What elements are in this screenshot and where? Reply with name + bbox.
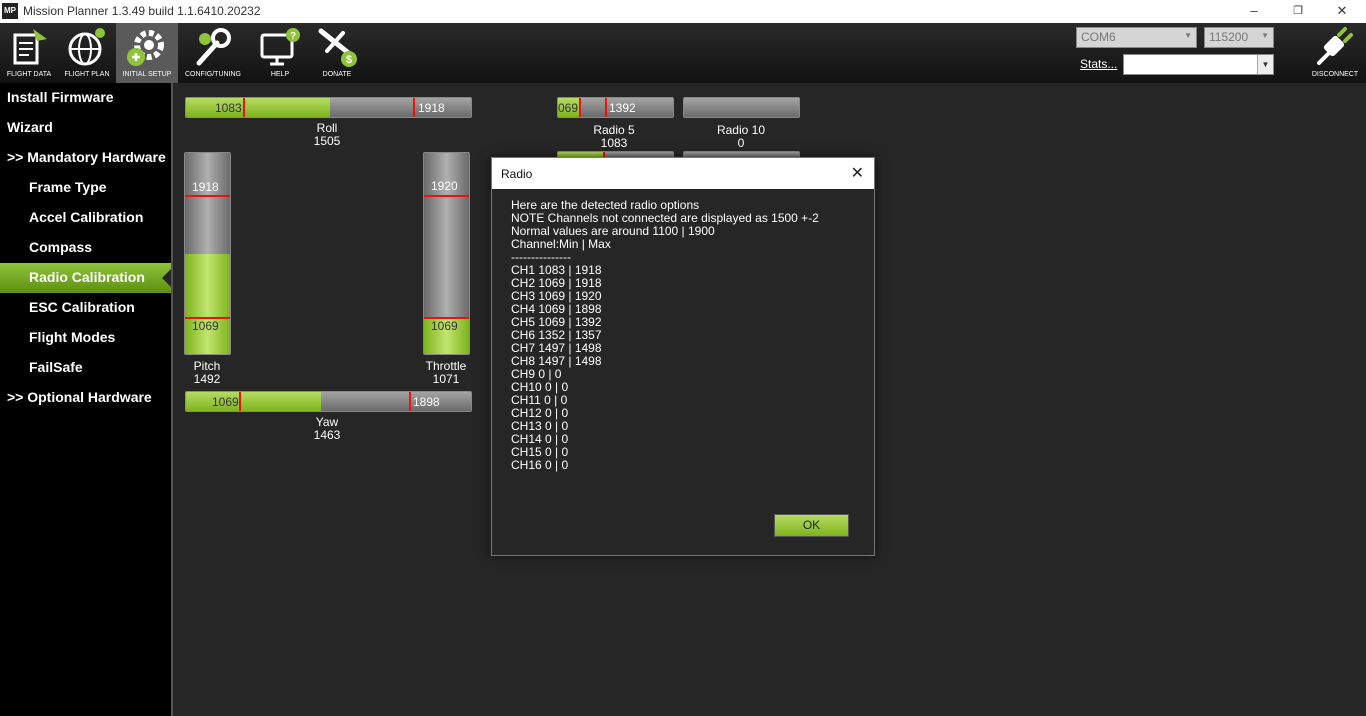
roll-min-value: 1083: [215, 101, 242, 115]
throttle-bar: 1920 1069: [423, 152, 470, 355]
sidebar-item-esc-calibration[interactable]: ESC Calibration: [0, 293, 171, 323]
yaw-max-value: 1898: [413, 395, 440, 409]
flight-plan-button[interactable]: FLIGHT PLAN: [58, 23, 116, 83]
chevron-down-icon: ▼: [1261, 31, 1269, 40]
donate-button[interactable]: $ DONATE: [308, 23, 366, 83]
wrench-icon: [196, 28, 231, 66]
pitch-max-marker: [185, 195, 230, 197]
pitch-bar-fill: [185, 254, 230, 354]
roll-bar-fill: [186, 98, 330, 117]
help-button[interactable]: ? HELP: [251, 23, 309, 83]
baud-rate-select[interactable]: 115200 ▼: [1204, 27, 1274, 48]
throttle-caption: Throttle 1071: [416, 360, 476, 386]
flight-data-button[interactable]: FLIGHT DATA: [0, 23, 58, 83]
initial-setup-button[interactable]: INITIAL SETUP: [116, 23, 178, 83]
gear-icon: [127, 30, 164, 66]
close-icon[interactable]: ✕: [851, 163, 864, 183]
sidebar-item-install-firmware[interactable]: Install Firmware: [0, 83, 171, 113]
yaw-bar: 1069 1898: [185, 391, 472, 412]
radio5-caption: Radio 5 1083: [584, 124, 644, 150]
roll-max-marker: [413, 98, 415, 117]
throttle-max-value: 1920: [431, 179, 458, 193]
throttle-max-marker: [424, 195, 469, 197]
radio5-bar: 069 1392: [557, 97, 674, 118]
roll-max-value: 1918: [418, 101, 445, 115]
pitch-min-value: 1069: [192, 319, 219, 333]
globe-icon: [68, 28, 105, 66]
close-window-icon[interactable]: ✕: [1320, 1, 1364, 21]
svg-text:?: ?: [290, 31, 296, 42]
throttle-min-value: 1069: [431, 319, 458, 333]
sidebar-item-frame-type[interactable]: Frame Type: [0, 173, 171, 203]
radio5-max-value: 1392: [609, 101, 636, 115]
ok-button[interactable]: OK: [774, 514, 849, 537]
svg-text:$: $: [346, 54, 352, 66]
radio5-value: 1083: [600, 136, 628, 150]
radio10-bar: [683, 97, 800, 118]
radio5-min-marker: [579, 98, 581, 117]
window-title: Mission Planner 1.3.49 build 1.1.6410.20…: [23, 4, 261, 18]
dialog-title-bar: Radio ✕: [492, 158, 874, 189]
roll-caption: Roll 1505: [297, 122, 357, 148]
sidebar-item-optional-hardware[interactable]: >> Optional Hardware: [0, 383, 171, 413]
title-bar: MP Mission Planner 1.3.49 build 1.1.6410…: [0, 0, 1366, 23]
sidebar-item-failsafe[interactable]: FailSafe: [0, 353, 171, 383]
plane-donate-icon: $: [318, 28, 357, 67]
sidebar-item-radio-calibration[interactable]: Radio Calibration: [0, 263, 171, 293]
sidebar-item-mandatory-hardware[interactable]: >> Mandatory Hardware: [0, 143, 171, 173]
yaw-min-value: 1069: [212, 395, 239, 409]
yaw-bar-fill: [186, 392, 321, 411]
app-logo-icon: MP: [2, 3, 18, 19]
disconnect-button[interactable]: DISCONNECT: [1304, 23, 1366, 83]
radio5-max-marker: [605, 98, 607, 117]
setup-sidebar: Install Firmware Wizard >> Mandatory Har…: [0, 83, 171, 716]
sidebar-item-compass[interactable]: Compass: [0, 233, 171, 263]
yaw-caption: Yaw 1463: [297, 416, 357, 442]
sidebar-item-flight-modes[interactable]: Flight Modes: [0, 323, 171, 353]
flight-data-icon: [13, 29, 47, 65]
sidebar-item-wizard[interactable]: Wizard: [0, 113, 171, 143]
radio5-min-value: 069: [558, 101, 579, 115]
radio-dialog: Radio ✕ Here are the detected radio opti…: [491, 157, 875, 556]
dialog-message: Here are the detected radio options NOTE…: [511, 198, 819, 472]
plug-icon: [1317, 27, 1353, 65]
radio10-value: 0: [737, 136, 745, 150]
radio10-caption: Radio 10 0: [711, 124, 771, 150]
pitch-value: 1492: [193, 372, 221, 386]
com-port-select[interactable]: COM6 ▼: [1076, 27, 1197, 48]
panel-divider: [171, 83, 173, 716]
roll-bar: 1083 1918: [185, 97, 472, 118]
sidebar-item-accel-calibration[interactable]: Accel Calibration: [0, 203, 171, 233]
roll-min-marker: [243, 98, 245, 117]
chevron-down-icon: ▼: [1257, 55, 1273, 74]
restore-icon[interactable]: ❐: [1276, 1, 1320, 21]
stats-select[interactable]: ▼: [1123, 54, 1274, 75]
chevron-down-icon: ▼: [1184, 31, 1192, 40]
main-toolbar: FLIGHT DATA FLIGHT PLAN INITIAL SETUP CO…: [0, 23, 1366, 83]
roll-value: 1505: [313, 134, 341, 148]
yaw-max-marker: [409, 392, 411, 411]
pitch-bar: 1918 1069: [184, 152, 231, 355]
stats-link[interactable]: Stats...: [1080, 57, 1117, 71]
yaw-min-marker: [239, 392, 241, 411]
help-monitor-icon: ?: [260, 28, 300, 66]
pitch-max-value: 1918: [192, 180, 219, 194]
yaw-value: 1463: [313, 428, 341, 442]
minimize-icon[interactable]: –: [1232, 1, 1276, 21]
dialog-title: Radio: [501, 167, 533, 181]
throttle-value: 1071: [432, 372, 460, 386]
pitch-caption: Pitch 1492: [177, 360, 237, 386]
config-tuning-button[interactable]: CONFIG/TUNING: [184, 23, 242, 83]
